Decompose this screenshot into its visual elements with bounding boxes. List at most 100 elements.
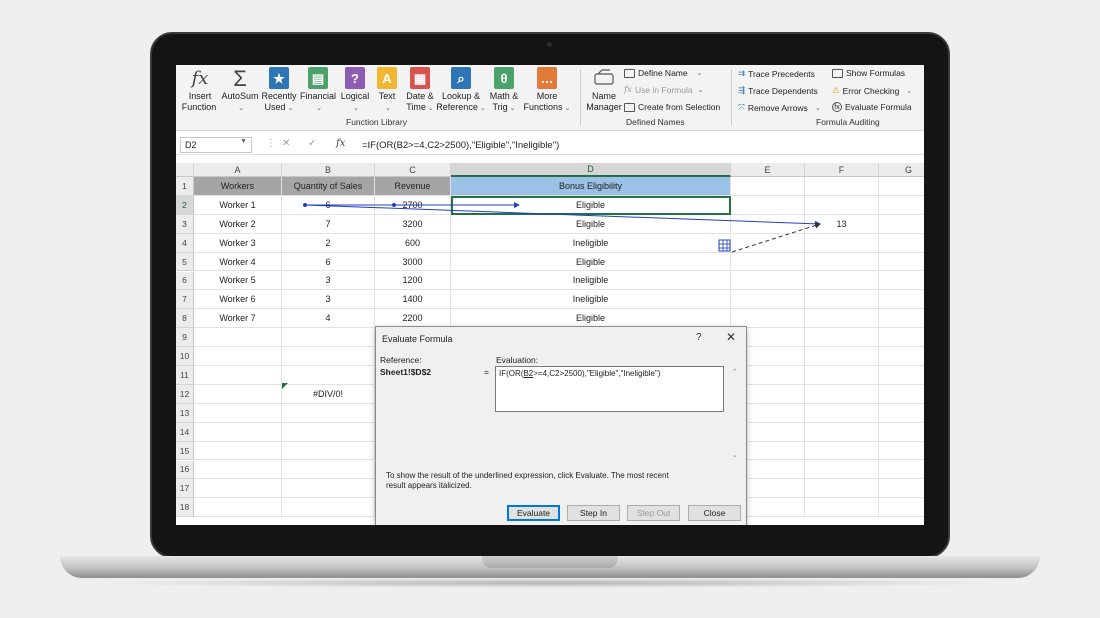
cell-e7[interactable] [731,290,805,310]
cell-g7[interactable] [879,290,924,310]
scroll-up-icon[interactable]: ⌃ [732,368,738,376]
cell-b4[interactable]: 2 [282,233,375,253]
trace-precedents-button[interactable]: ⇉ Trace Precedents [738,68,815,79]
cell-a17[interactable] [194,479,282,499]
cell-a7[interactable]: Worker 6 [194,290,282,310]
math-trig-button[interactable]: θ Math & Trig ⌄ [484,67,524,114]
cell-g13[interactable] [879,404,924,423]
cell-f18[interactable] [805,498,879,518]
cell-g5[interactable] [879,253,924,272]
cell-g2[interactable] [879,196,924,215]
cell-e2[interactable] [731,195,805,215]
cell-f1[interactable] [805,177,879,196]
row-header-5[interactable]: 5 [176,252,194,272]
cell-c2[interactable]: 2700 [375,195,451,215]
row-header-10[interactable]: 10 [176,347,194,366]
cell-a1[interactable]: Workers [194,177,282,196]
error-checking-button[interactable]: ⚠ Error Checking ⌄ [832,85,912,96]
row-header-7[interactable]: 7 [176,290,194,310]
cell-g1[interactable] [879,177,924,196]
row-header-17[interactable]: 17 [176,479,194,499]
cell-a10[interactable] [194,347,282,366]
cell-f15[interactable] [805,441,879,461]
cell-a6[interactable]: Worker 5 [194,271,282,291]
cell-g14[interactable] [879,423,924,442]
cell-f4[interactable] [805,233,879,253]
column-header-d[interactable]: D [451,163,731,177]
show-formulas-button[interactable]: Show Formulas [832,68,905,78]
name-manager-button[interactable]: Name Manager [586,67,622,113]
cell-a4[interactable]: Worker 3 [194,233,282,253]
date-time-button[interactable]: ▦ Date & Time ⌄ [402,67,438,114]
row-header-13[interactable]: 13 [176,403,194,423]
cell-d4[interactable]: Ineligible [451,233,731,253]
cell-b17[interactable] [282,479,375,499]
cell-a8[interactable]: Worker 7 [194,309,282,329]
step-in-button[interactable]: Step In [567,505,620,521]
evaluate-formula-button[interactable]: fx Evaluate Formula [832,102,912,112]
formula-input[interactable]: =IF(OR(B2>=4,C2>2500),"Eligible","Inelig… [362,140,559,151]
cell-b6[interactable]: 3 [282,271,375,291]
cell-f11[interactable] [805,366,879,385]
cell-e4[interactable] [731,233,805,253]
cell-f5[interactable] [805,252,879,272]
cell-a9[interactable] [194,328,282,348]
close-button[interactable]: Close [688,505,741,521]
insert-function-icon[interactable]: fx [336,138,345,149]
cell-a14[interactable] [194,422,282,442]
cell-g10[interactable] [879,347,924,366]
cell-f10[interactable] [805,347,879,366]
cell-e5[interactable] [731,252,805,272]
column-header-e[interactable]: E [731,163,805,177]
cell-b11[interactable] [282,366,375,385]
cell-b7[interactable]: 3 [282,290,375,310]
cell-b8[interactable]: 4 [282,309,375,329]
cell-g11[interactable] [879,366,924,385]
cell-c1[interactable]: Revenue [375,177,451,196]
row-header-4[interactable]: 4 [176,233,194,253]
cell-c3[interactable]: 3200 [375,214,451,234]
cell-d2[interactable]: Eligible [451,195,731,215]
cell-e6[interactable] [731,271,805,291]
insert-function-button[interactable]: fx Insert Function [180,67,220,114]
cell-b18[interactable] [282,498,375,518]
cell-b9[interactable] [282,328,375,348]
cell-f17[interactable] [805,479,879,499]
row-header-2[interactable]: 2 [176,195,194,215]
evaluation-box[interactable]: IF(OR(B2>=4,C2>2500),"Eligible","Ineligi… [495,366,724,412]
financial-button[interactable]: ▤ Financial ⌄ [298,67,338,114]
row-header-14[interactable]: 14 [176,422,194,442]
cell-f8[interactable] [805,309,879,329]
cell-c5[interactable]: 3000 [375,252,451,272]
cell-g12[interactable] [879,385,924,404]
cell-b5[interactable]: 6 [282,252,375,272]
cell-c7[interactable]: 1400 [375,290,451,310]
cell-d3[interactable]: Eligible [451,214,731,234]
cell-a11[interactable] [194,366,282,385]
create-from-selection-button[interactable]: Create from Selection [624,102,720,112]
row-header-6[interactable]: 6 [176,271,194,291]
column-header-a[interactable]: A [194,163,282,177]
cell-f7[interactable] [805,290,879,310]
help-icon[interactable]: ? [696,332,702,343]
recently-used-button[interactable]: ★ Recently Used ⌄ [260,67,298,114]
cell-a2[interactable]: Worker 1 [194,195,282,215]
row-header-1[interactable]: 1 [176,177,194,196]
cell-c6[interactable]: 1200 [375,271,451,291]
chevron-down-icon[interactable]: ▼ [240,138,247,145]
cell-f13[interactable] [805,403,879,423]
cell-a18[interactable] [194,498,282,518]
cell-e1[interactable] [731,177,805,196]
cell-f2[interactable] [805,195,879,215]
row-header-9[interactable]: 9 [176,328,194,348]
cell-b2[interactable]: 6 [282,195,375,215]
cell-b3[interactable]: 7 [282,214,375,234]
cell-e3[interactable] [731,214,805,234]
row-header-18[interactable]: 18 [176,498,194,518]
cell-b15[interactable] [282,441,375,461]
cancel-icon[interactable]: ✕ [282,138,290,149]
select-all-corner[interactable] [176,163,194,177]
row-header-16[interactable]: 16 [176,460,194,480]
enter-icon[interactable]: ✓ [308,138,316,149]
lookup-reference-button[interactable]: ⌕ Lookup & Reference ⌄ [436,67,486,114]
